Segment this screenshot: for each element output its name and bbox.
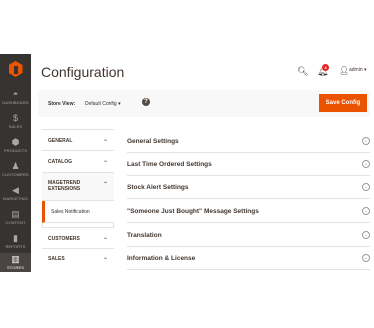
page-title: Configuration <box>41 64 125 80</box>
expand-icon: ⌄ <box>362 183 370 191</box>
admin-page: ◓ DASHBOARD $ SALES ⬢ PRODUCTS ♟ CUSTOME… <box>0 0 374 328</box>
nav-item-stores[interactable]: ▥ STORES <box>0 253 31 272</box>
section-title: Last Time Ordered Settings <box>127 161 212 168</box>
layout-icon: ▤ <box>11 208 20 219</box>
nav-label: DASHBOARD <box>2 99 29 105</box>
store-view-dropdown[interactable]: Default Config ▾ <box>85 100 121 108</box>
tab-sales[interactable]: SALES ⌄ <box>42 249 114 270</box>
chevron-down-icon: ⌄ <box>102 255 108 261</box>
section-last-time-ordered[interactable]: Last Time Ordered Settings ⌄ <box>127 154 370 176</box>
admin-sidebar: ◓ DASHBOARD $ SALES ⬢ PRODUCTS ♟ CUSTOME… <box>0 54 31 272</box>
expand-icon: ⌄ <box>362 160 370 168</box>
tab-label: GENERAL <box>48 138 73 144</box>
magento-logo[interactable] <box>0 54 31 84</box>
tab-label: Sales Notification <box>51 209 90 215</box>
tab-customers[interactable]: CUSTOMERS ⌄ <box>42 227 114 249</box>
chevron-down-icon: ⌄ <box>102 137 108 143</box>
nav-label: PRODUCTS <box>3 147 28 153</box>
search-icon[interactable]: 🔍︎ <box>297 66 308 77</box>
nav-item-content[interactable]: ▤ CONTENT <box>0 205 31 229</box>
nav-item-reports[interactable]: ▮ REPORTS <box>0 229 31 253</box>
tab-label-line2: EXTENSIONS <box>48 186 81 192</box>
dollar-icon: $ <box>12 112 18 123</box>
expand-icon: ⌄ <box>362 207 370 215</box>
section-title: Information & License <box>127 255 196 262</box>
expand-icon: ⌄ <box>362 254 370 262</box>
section-translation[interactable]: Translation ⌄ <box>127 225 370 247</box>
chevron-down-icon: ⌄ <box>102 158 108 164</box>
person-icon: ♟ <box>11 160 20 171</box>
bar-chart-icon: ▮ <box>13 232 18 243</box>
chevron-down-icon: ⌄ <box>102 235 108 241</box>
tab-label: CUSTOMERS <box>48 236 80 242</box>
save-config-button[interactable]: Save Config <box>319 94 367 112</box>
section-information-license[interactable]: Information & License ⌄ <box>127 248 370 270</box>
store-switcher-toolbar: Store View: Default Config ▾ ? Save Conf… <box>38 90 370 117</box>
store-view-label: Store View: <box>48 101 76 107</box>
nav-label: CONTENT <box>5 219 26 225</box>
section-general-settings[interactable]: General Settings ⌄ <box>127 131 370 153</box>
megaphone-icon: ◀ <box>12 184 19 195</box>
tab-general[interactable]: GENERAL ⌄ <box>42 129 114 151</box>
nav-label: CUSTOMERS <box>2 171 29 177</box>
nav-item-sales[interactable]: $ SALES <box>0 109 31 133</box>
section-title: General Settings <box>127 138 179 145</box>
cube-icon: ⬢ <box>11 136 20 147</box>
notification-badge: 4 <box>322 64 329 71</box>
section-title: "Someone Just Bought" Message Settings <box>127 208 259 215</box>
nav-item-products[interactable]: ⬢ PRODUCTS <box>0 133 31 157</box>
nav-item-dashboard[interactable]: ◓ DASHBOARD <box>0 85 31 109</box>
section-someone-just-bought[interactable]: "Someone Just Bought" Message Settings ⌄ <box>127 201 370 223</box>
tab-catalog[interactable]: CATALOG ⌄ <box>42 151 114 173</box>
nav-label: SALES <box>8 123 23 129</box>
store-icon: ▥ <box>11 254 20 264</box>
section-title: Stock Alert Settings <box>127 184 189 191</box>
section-stock-alert[interactable]: Stock Alert Settings ⌄ <box>127 177 370 199</box>
tab-magetrend-extensions[interactable]: MAGETREND EXTENSIONS ⌃ <box>42 173 114 201</box>
chevron-up-icon: ⌃ <box>102 182 108 188</box>
nav-label: STORES <box>7 265 24 270</box>
user-icon: 👤︎ <box>339 66 350 75</box>
nav-label: MARKETING <box>3 195 28 201</box>
user-menu[interactable]: admin ▾ <box>349 67 367 73</box>
speedometer-icon: ◓ <box>12 88 19 99</box>
tab-sales-notification[interactable]: Sales Notification <box>42 201 114 223</box>
expand-icon: ⌄ <box>362 231 370 239</box>
nav-item-customers[interactable]: ♟ CUSTOMERS <box>0 157 31 181</box>
nav-item-marketing[interactable]: ◀ MARKETING <box>0 181 31 205</box>
tab-label: SALES <box>48 256 65 262</box>
section-title: Translation <box>127 232 162 239</box>
expand-icon: ⌄ <box>362 137 370 145</box>
help-icon[interactable]: ? <box>142 98 150 106</box>
nav-label: REPORTS <box>5 243 26 249</box>
logo-icon <box>8 61 23 77</box>
tab-label: CATALOG <box>48 159 72 165</box>
